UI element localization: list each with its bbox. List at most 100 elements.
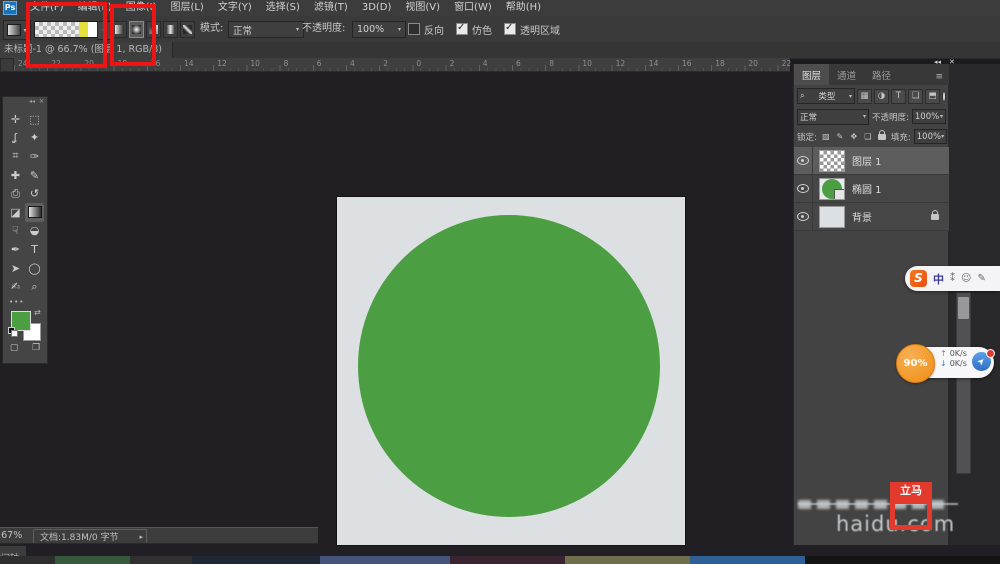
ruler-number: 10	[250, 59, 260, 68]
canvas[interactable]	[337, 197, 685, 545]
chevron-down-icon: ▾	[849, 93, 852, 100]
lock-all-icon[interactable]	[876, 131, 888, 143]
status-zoom-level[interactable]: 66.67%	[0, 530, 22, 541]
ruler-number: 8	[284, 59, 289, 68]
visibility-toggle[interactable]	[794, 147, 813, 174]
ime-language-mode[interactable]: 中	[933, 271, 944, 287]
filter-toggle[interactable]	[942, 91, 946, 102]
filter-smart-objects-icon[interactable]: ⬒	[925, 89, 940, 104]
menu-item-9[interactable]: 窗口(W)	[447, 0, 499, 16]
tab-layers[interactable]: 图层	[794, 64, 829, 85]
pen-tool[interactable]: ✒	[6, 240, 25, 259]
lock-image-pixels-icon[interactable]: ✎	[834, 131, 846, 143]
gradient-tool[interactable]	[25, 203, 44, 222]
clone-stamp-icon: ⎙	[11, 187, 20, 201]
filter-adjustment-layers-icon[interactable]: ◑	[874, 89, 889, 104]
path-select-tool[interactable]: ➤	[6, 259, 25, 278]
marquee-tool[interactable]: ⬚	[25, 110, 44, 129]
fill-select[interactable]: 100% ▾	[914, 129, 947, 144]
opacity-select[interactable]: 100% ▾	[352, 21, 406, 38]
chevron-down-icon: ▾	[863, 113, 866, 120]
ime-handwriting-icon[interactable]: ✎	[977, 273, 985, 284]
ruler-number: 2	[450, 59, 455, 68]
taskbar-segment	[0, 556, 55, 564]
reflected-gradient-button[interactable]	[163, 21, 178, 38]
lasso-tool[interactable]: ʆ	[6, 129, 25, 148]
menu-item-5[interactable]: 选择(S)	[259, 0, 307, 16]
zoom-tool[interactable]: ⌕	[25, 277, 44, 296]
dodge-tool[interactable]: ◒	[25, 222, 44, 241]
swap-colors-icon[interactable]: ⇄	[34, 308, 41, 317]
default-colors-icon[interactable]	[8, 327, 17, 336]
taskbar-segment	[130, 556, 192, 564]
hand-tool[interactable]: ✍	[6, 277, 25, 296]
layer-blend-mode-select[interactable]: 正常 ▾	[797, 109, 869, 125]
menu-item-4[interactable]: 文字(Y)	[211, 0, 259, 16]
filter-kind-select[interactable]: ⌕ 类型 ▾	[797, 88, 855, 104]
magic-wand-tool[interactable]: ✦	[25, 129, 44, 148]
panel-menu-icon[interactable]: ≡	[929, 68, 949, 85]
menu-item-3[interactable]: 图层(L)	[163, 0, 210, 16]
healing-brush-tool[interactable]: ✚	[6, 166, 25, 185]
blend-row: 正常 ▾ 不透明度: 100% ▾	[797, 109, 946, 124]
sogou-logo-icon[interactable]: S	[910, 270, 927, 287]
type-tool[interactable]: T	[25, 240, 44, 259]
chevron-right-icon[interactable]: ▸	[139, 533, 143, 541]
eyedropper-tool[interactable]: ✑	[25, 147, 44, 166]
menu-item-6[interactable]: 滤镜(T)	[307, 0, 355, 16]
checkbox-1-box[interactable]	[456, 23, 468, 35]
filter-shape-layers-icon[interactable]: ❏	[908, 89, 923, 104]
menu-item-8[interactable]: 视图(V)	[398, 0, 447, 16]
layer-opacity-select[interactable]: 100% ▾	[912, 109, 946, 124]
menu-item-10[interactable]: 帮助(H)	[499, 0, 548, 16]
filter-pixel-layers-icon[interactable]: ▦	[857, 89, 872, 104]
lasso-icon: ʆ	[14, 131, 18, 144]
ruler-number: 0	[416, 59, 421, 68]
memory-percent-ball[interactable]: 90%	[896, 344, 935, 383]
lock-position-icon[interactable]: ✥	[848, 131, 860, 143]
document-info-field[interactable]: 文档:1.83M/0 字节 ▸	[33, 529, 147, 544]
tab-paths[interactable]: 路径	[864, 64, 899, 85]
taskbar-segment	[320, 556, 450, 564]
close-panel-icon[interactable]: ✕	[949, 58, 955, 66]
layer-row[interactable]: 图层 1	[794, 147, 949, 175]
filter-type-layers-icon[interactable]: T	[891, 89, 906, 104]
brush-tool[interactable]: ✎	[25, 166, 44, 185]
fill-value: 100%	[917, 132, 941, 142]
layer-lock-icon	[931, 214, 939, 220]
clone-stamp-tool[interactable]: ⎙	[6, 184, 25, 203]
document-size-info: 文档:1.83M/0 字节	[40, 530, 118, 543]
checkbox-2-box[interactable]	[504, 23, 516, 35]
crop-tool[interactable]: ⌗	[6, 147, 25, 166]
vertical-scrollbar[interactable]	[956, 292, 971, 474]
eraser-tool[interactable]: ◪	[6, 203, 25, 222]
lock-artboard-icon[interactable]: ❑	[862, 131, 874, 143]
visibility-toggle[interactable]	[794, 203, 813, 230]
blend-mode-select[interactable]: 正常 ▾	[228, 21, 304, 38]
tab-channels[interactable]: 通道	[829, 64, 864, 85]
tools-panel-header[interactable]: ◂◂ ✕	[3, 97, 47, 108]
visibility-toggle[interactable]	[794, 175, 813, 202]
lock-transparent-pixels-icon[interactable]: ▨	[820, 131, 832, 143]
layer-row[interactable]: 背景	[794, 203, 949, 231]
scrollbar-thumb[interactable]	[958, 297, 969, 319]
ruler-number: 6	[317, 59, 322, 68]
checkbox-2-label: 透明区域	[520, 22, 560, 37]
ellipse-tool[interactable]: ◯	[25, 259, 44, 278]
brush-icon: ✎	[30, 169, 39, 182]
checkbox-0-box[interactable]	[408, 23, 420, 35]
screen-mode-button[interactable]: ❐	[32, 343, 40, 353]
ime-symbols-icon[interactable]: ⁑	[950, 273, 955, 284]
menu-item-7[interactable]: 3D(D)	[355, 0, 399, 16]
layer-row[interactable]: 椭圆 1	[794, 175, 949, 203]
edit-toolbar-button[interactable]: •••	[9, 298, 24, 306]
quick-mask-button[interactable]: ▢	[10, 343, 19, 353]
panel-tab-bar: 图层 通道 路径 ≡	[794, 64, 949, 85]
diamond-gradient-button[interactable]	[180, 21, 195, 38]
shape-layer-badge-icon	[834, 189, 845, 200]
ruler-number: 10	[582, 59, 592, 68]
history-brush-tool[interactable]: ↺	[25, 184, 44, 203]
smudge-tool[interactable]: ☟	[6, 222, 25, 241]
ime-emoji-icon[interactable]: ☺	[961, 273, 971, 284]
move-tool[interactable]: ✛	[6, 110, 25, 129]
